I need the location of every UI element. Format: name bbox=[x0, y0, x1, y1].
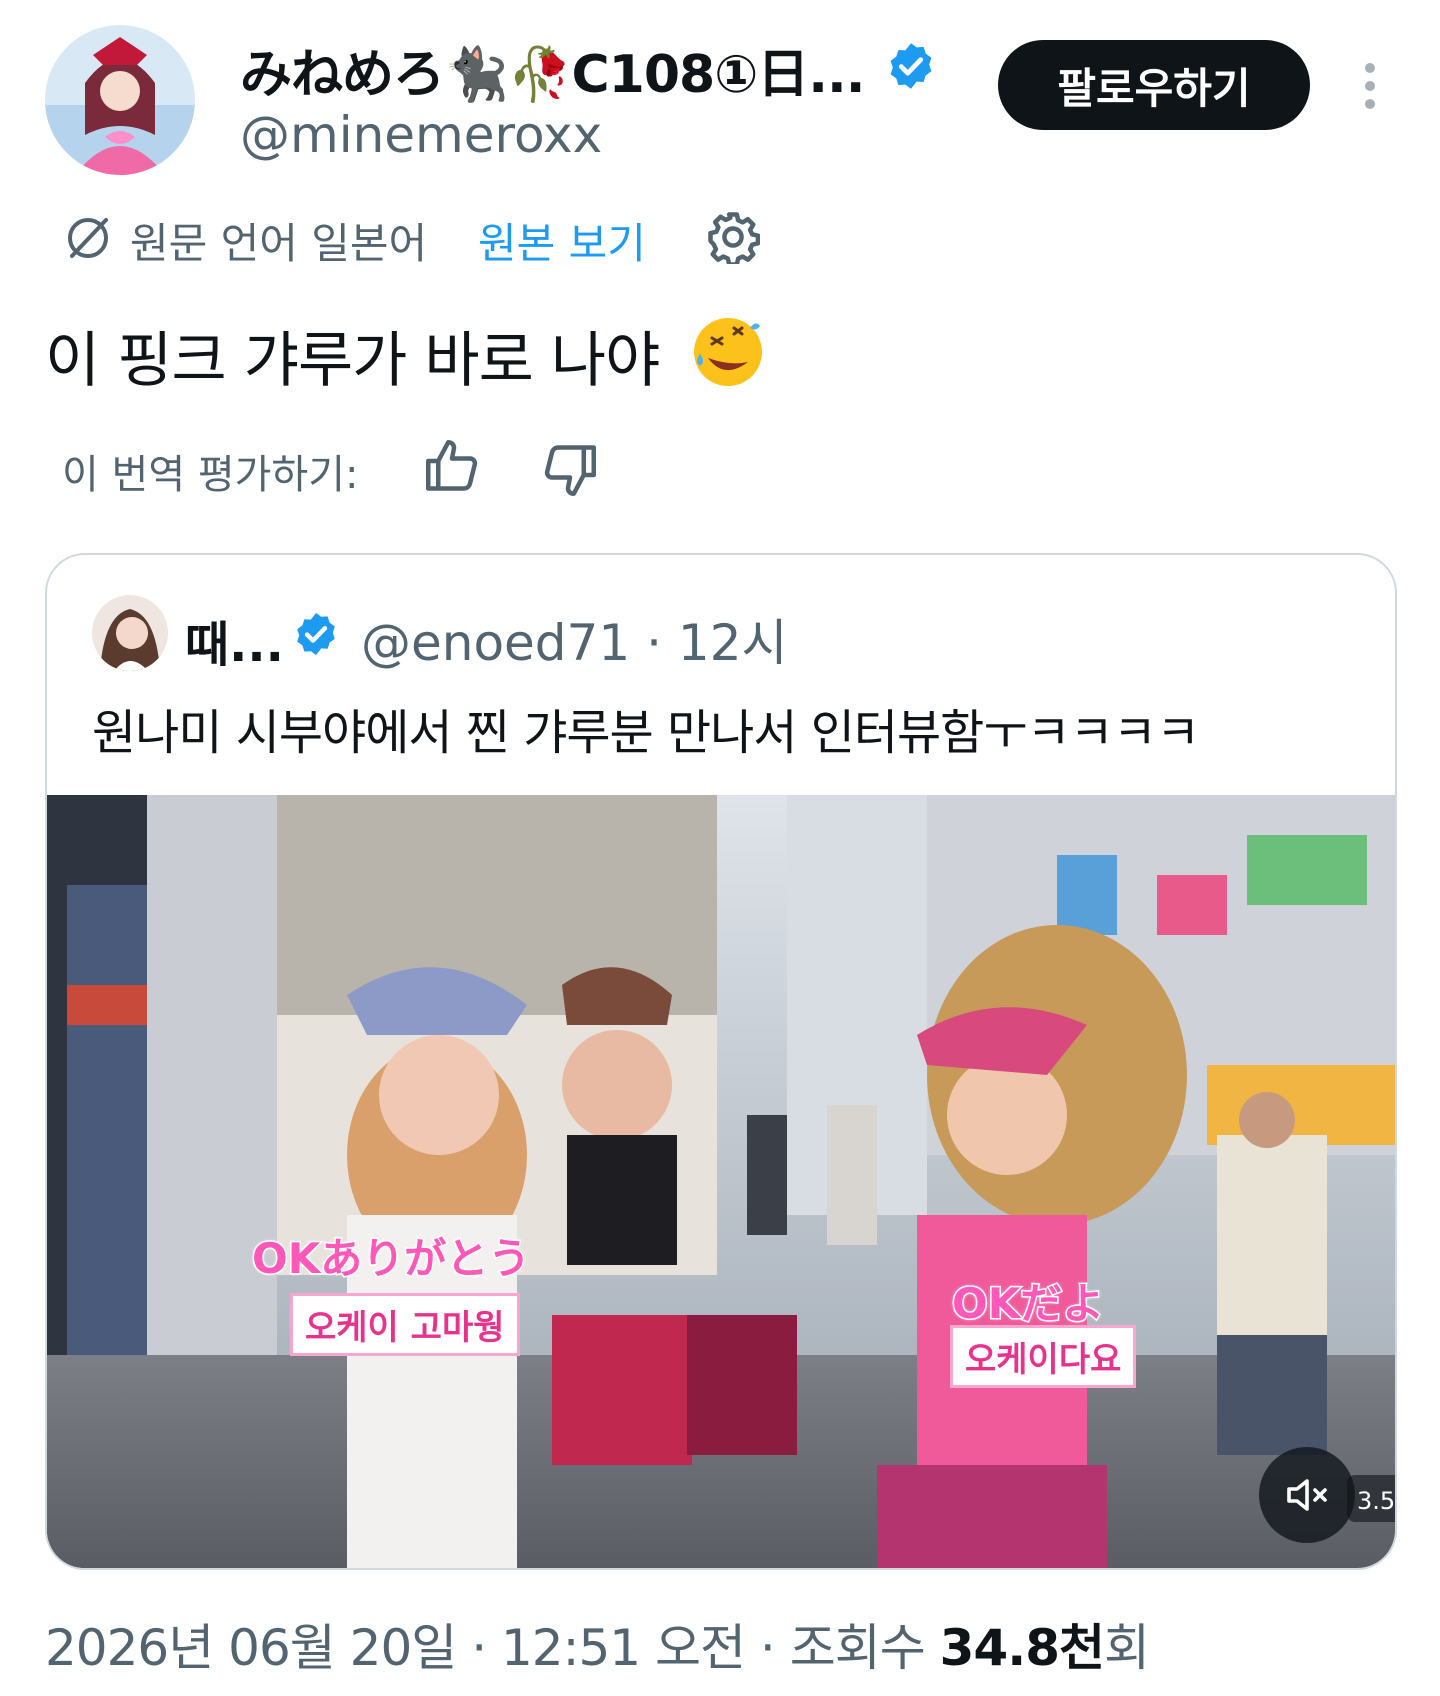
more-vertical-icon[interactable] bbox=[1358, 60, 1382, 112]
author-handle[interactable]: @minemeroxx bbox=[240, 106, 602, 164]
video-caption-kr-right: 오케이다요 bbox=[950, 1325, 1137, 1388]
meta-separator: · bbox=[646, 614, 662, 672]
video-frame bbox=[47, 795, 1395, 1568]
mute-toggle-button[interactable] bbox=[1259, 1447, 1355, 1543]
tweet-page: みねめろ🐈‍⬛🥀C108①日... @minemeroxx 팔로우하기 원문 언… bbox=[0, 0, 1440, 1696]
original-language-label: 원문 언어 일본어 bbox=[130, 219, 428, 268]
rate-translation-label: 이 번역 평가하기: bbox=[62, 452, 359, 498]
video-caption-kr-left: 오케이 고마웡 bbox=[290, 1293, 520, 1356]
volume-muted-icon bbox=[1287, 1479, 1327, 1511]
thumbs-down-icon[interactable] bbox=[540, 440, 600, 500]
verified-badge-icon bbox=[297, 613, 335, 655]
tweet-date[interactable]: 2026년 06월 20일 bbox=[45, 1619, 457, 1677]
translate-icon bbox=[68, 218, 108, 258]
author-display-name[interactable]: みねめろ🐈‍⬛🥀C108①日... bbox=[240, 32, 865, 107]
quoted-author-meta: @enoed71 · 12시 bbox=[361, 603, 788, 675]
views-label: 조회수 bbox=[789, 1619, 926, 1677]
tweet-meta: 2026년 06월 20일 · 12:51 오전 · 조회수 34.8천회 bbox=[45, 1608, 1150, 1680]
view-original-link[interactable]: 원본 보기 bbox=[478, 210, 646, 271]
quoted-video[interactable]: OKありがとう 오케이 고마웡 OKだよ 오케이다요 3.5만 bbox=[47, 795, 1395, 1568]
follow-button[interactable]: 팔로우하기 bbox=[998, 40, 1310, 130]
video-caption-jp-left: OKありがとう bbox=[250, 1233, 531, 1285]
tweet-text: 이 핑크 갸루가 바로 나야 bbox=[45, 326, 660, 396]
gear-icon[interactable] bbox=[706, 210, 760, 264]
video-view-count: 3.5만 bbox=[1347, 1475, 1395, 1522]
quoted-tweet-time[interactable]: 12시 bbox=[678, 614, 788, 672]
quoted-tweet-card[interactable]: 때... @enoed71 · 12시 원나미 시부야에서 찐 갸루분 만나서 … bbox=[45, 553, 1397, 1570]
quoted-author-name[interactable]: 때... bbox=[185, 605, 284, 675]
quoted-tweet-text: 원나미 시부야에서 찐 갸루분 만나서 인터뷰함ㅜㅋㅋㅋㅋ bbox=[92, 705, 1200, 761]
author-avatar[interactable] bbox=[45, 25, 195, 175]
quoted-author-handle[interactable]: @enoed71 bbox=[361, 614, 630, 672]
views-suffix: 회 bbox=[1104, 1619, 1150, 1677]
views-count: 34.8천 bbox=[939, 1619, 1105, 1677]
tweet-time[interactable]: 12:51 오전 bbox=[501, 1619, 746, 1677]
meta-separator: · bbox=[471, 1619, 487, 1677]
thumbs-up-icon[interactable] bbox=[422, 436, 482, 496]
quoted-author-avatar[interactable] bbox=[92, 595, 168, 671]
rolling-laughing-emoji-icon bbox=[694, 318, 762, 386]
verified-badge-icon bbox=[890, 43, 932, 89]
video-caption-jp-right: OKだよ bbox=[950, 1278, 1105, 1330]
meta-separator: · bbox=[759, 1619, 776, 1677]
